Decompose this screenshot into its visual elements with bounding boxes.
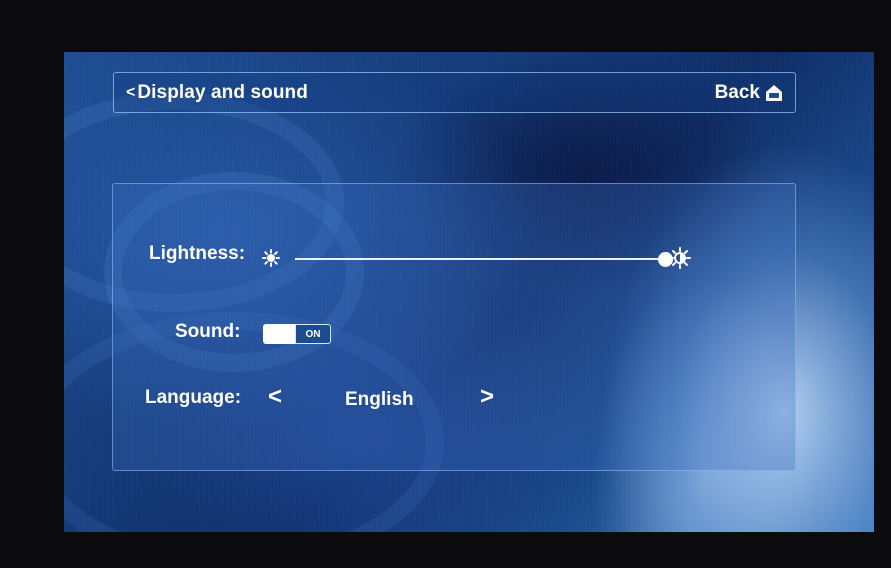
language-label: Language: <box>145 387 242 408</box>
lightness-label: Lightness: <box>149 243 246 264</box>
language-next-button[interactable]: > <box>480 383 494 411</box>
sound-label: Sound: <box>175 321 241 342</box>
language-value: English <box>345 389 414 410</box>
toggle-knob <box>263 324 295 344</box>
language-prev-button[interactable]: < <box>268 383 282 411</box>
brightness-low-icon <box>262 249 280 267</box>
header-bar: < Display and sound Back <box>113 72 796 113</box>
back-button-label: Back <box>714 81 760 103</box>
back-button[interactable]: Back <box>715 73 785 112</box>
title-back-button[interactable]: < Display and sound <box>126 73 308 112</box>
sound-toggle[interactable]: ON <box>263 324 331 344</box>
screen: < Display and sound Back Lightness: Soun… <box>64 52 874 532</box>
settings-panel: Lightness: Sound: ON Language: < English… <box>112 183 796 471</box>
chevron-left-icon: < <box>126 83 136 101</box>
slider-track <box>295 258 665 260</box>
brightness-high-icon <box>669 247 691 269</box>
home-icon <box>766 84 782 101</box>
lightness-slider[interactable] <box>295 249 673 269</box>
page-title: Display and sound <box>137 81 308 103</box>
toggle-state-text: ON <box>295 324 331 344</box>
